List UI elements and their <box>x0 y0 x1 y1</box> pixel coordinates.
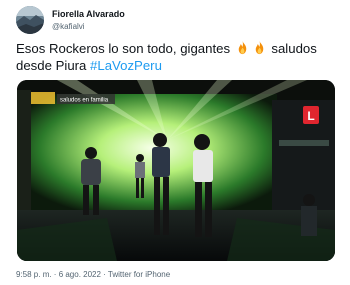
fire-emoji-icon <box>238 40 246 55</box>
display-name[interactable]: Fiorella Alvarado <box>52 9 125 19</box>
meta-separator: · <box>100 270 108 279</box>
hashtag-link[interactable]: #LaVozPeru <box>90 58 162 73</box>
user-handle[interactable]: @kafialvi <box>52 22 85 31</box>
tweet-meta: 9:58 p. m. · 6 ago. 2022 · Twitter for i… <box>16 270 170 279</box>
tweet-date[interactable]: 6 ago. 2022 <box>59 270 101 279</box>
tv-logo: L <box>307 109 314 123</box>
tweet-media-video[interactable]: saludos en familia L <box>17 80 335 261</box>
tweet-header: Fiorella Alvarado @kafialvi <box>14 6 336 34</box>
tweet-text: Esos Rockeros lo son todo, gigantes salu… <box>16 40 338 74</box>
avatar[interactable] <box>16 6 44 34</box>
overlay-text: saludos en familia <box>60 98 109 104</box>
tweet-text-main: Esos Rockeros lo son todo, gigantes <box>16 41 234 56</box>
meta-separator: · <box>51 270 59 279</box>
fire-emoji-icon <box>255 40 263 55</box>
tweet-time[interactable]: 9:58 p. m. <box>16 270 52 279</box>
tweet-client[interactable]: Twitter for iPhone <box>108 270 170 279</box>
